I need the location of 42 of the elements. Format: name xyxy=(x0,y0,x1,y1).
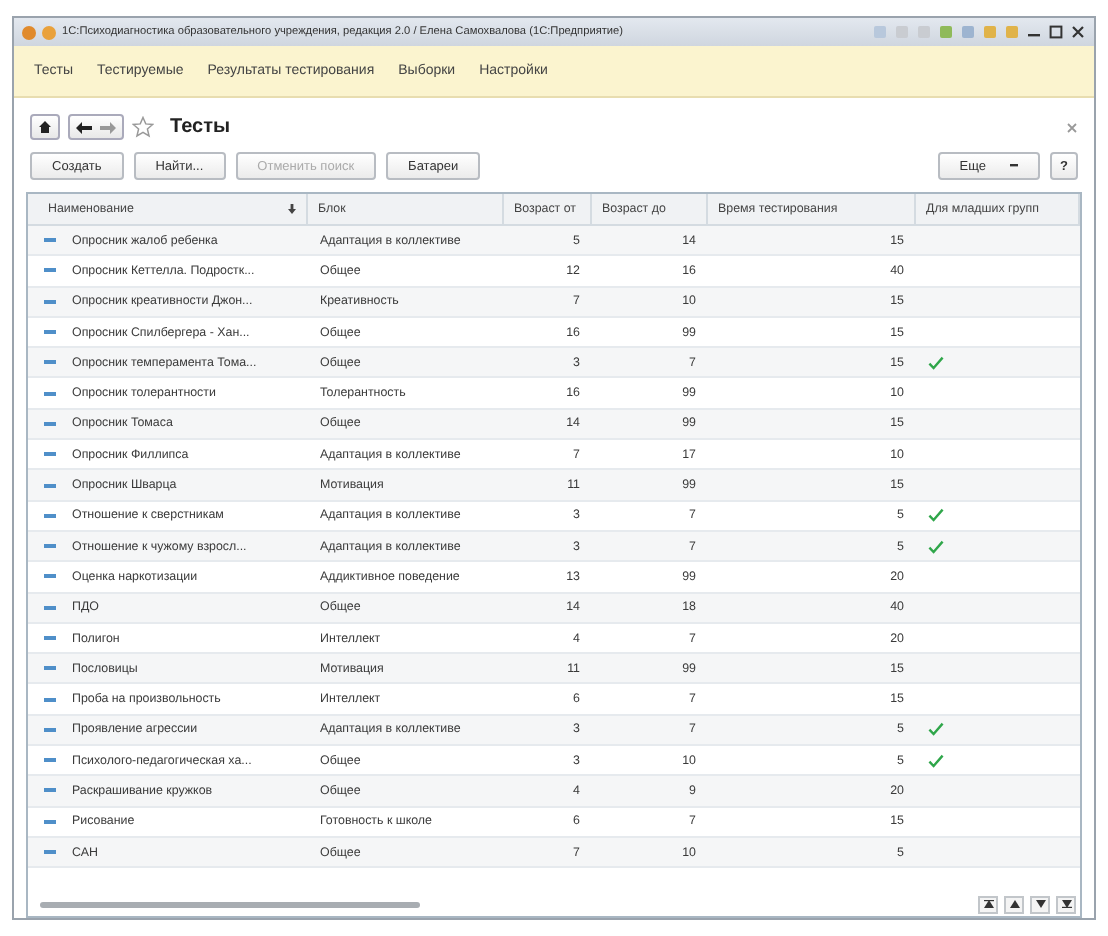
home-button[interactable] xyxy=(30,114,60,140)
menu-icon[interactable] xyxy=(42,25,56,39)
dash-icon xyxy=(44,544,56,549)
close-icon[interactable] xyxy=(1070,24,1086,40)
dash-icon xyxy=(44,268,56,273)
navigation-buttons[interactable] xyxy=(68,114,124,140)
dash-icon xyxy=(44,513,56,518)
scroll-bottom-button[interactable] xyxy=(1056,895,1076,913)
dash-icon xyxy=(44,697,56,702)
up-arrow-icon xyxy=(983,900,993,908)
dash-icon xyxy=(44,788,56,793)
home-icon xyxy=(38,120,52,134)
horizontal-scrollbar[interactable] xyxy=(40,901,420,907)
dash-icon xyxy=(44,850,56,855)
down-arrow-icon xyxy=(1061,900,1071,908)
app-icon xyxy=(22,25,36,39)
dash-icon xyxy=(44,299,56,304)
dash-icon xyxy=(44,452,56,457)
favorite-star-icon[interactable] xyxy=(132,116,154,138)
dash-icon xyxy=(44,330,56,335)
scroll-down-button[interactable] xyxy=(1030,895,1050,913)
dash-icon xyxy=(44,605,56,610)
dash-icon xyxy=(44,819,56,824)
down-arrow-icon xyxy=(1035,900,1045,908)
dash-icon xyxy=(44,483,56,488)
sort-arrow-icon xyxy=(288,204,296,214)
dash-icon xyxy=(44,727,56,732)
form-title: Тесты xyxy=(170,116,233,138)
scroll-top-button[interactable] xyxy=(978,895,998,913)
dash-icon xyxy=(44,238,56,243)
dash-icon xyxy=(44,636,56,640)
dash-icon xyxy=(44,758,56,763)
back-arrow-icon xyxy=(76,121,92,133)
forward-arrow-icon xyxy=(100,121,116,133)
dash-icon xyxy=(44,421,56,426)
dash-icon xyxy=(44,574,56,579)
maximize-icon[interactable] xyxy=(1048,24,1064,40)
scroll-up-button[interactable] xyxy=(1004,895,1024,913)
dash-icon xyxy=(44,391,56,396)
dash-icon xyxy=(44,666,56,671)
dash-icon xyxy=(44,360,56,365)
up-arrow-icon xyxy=(1009,900,1019,908)
